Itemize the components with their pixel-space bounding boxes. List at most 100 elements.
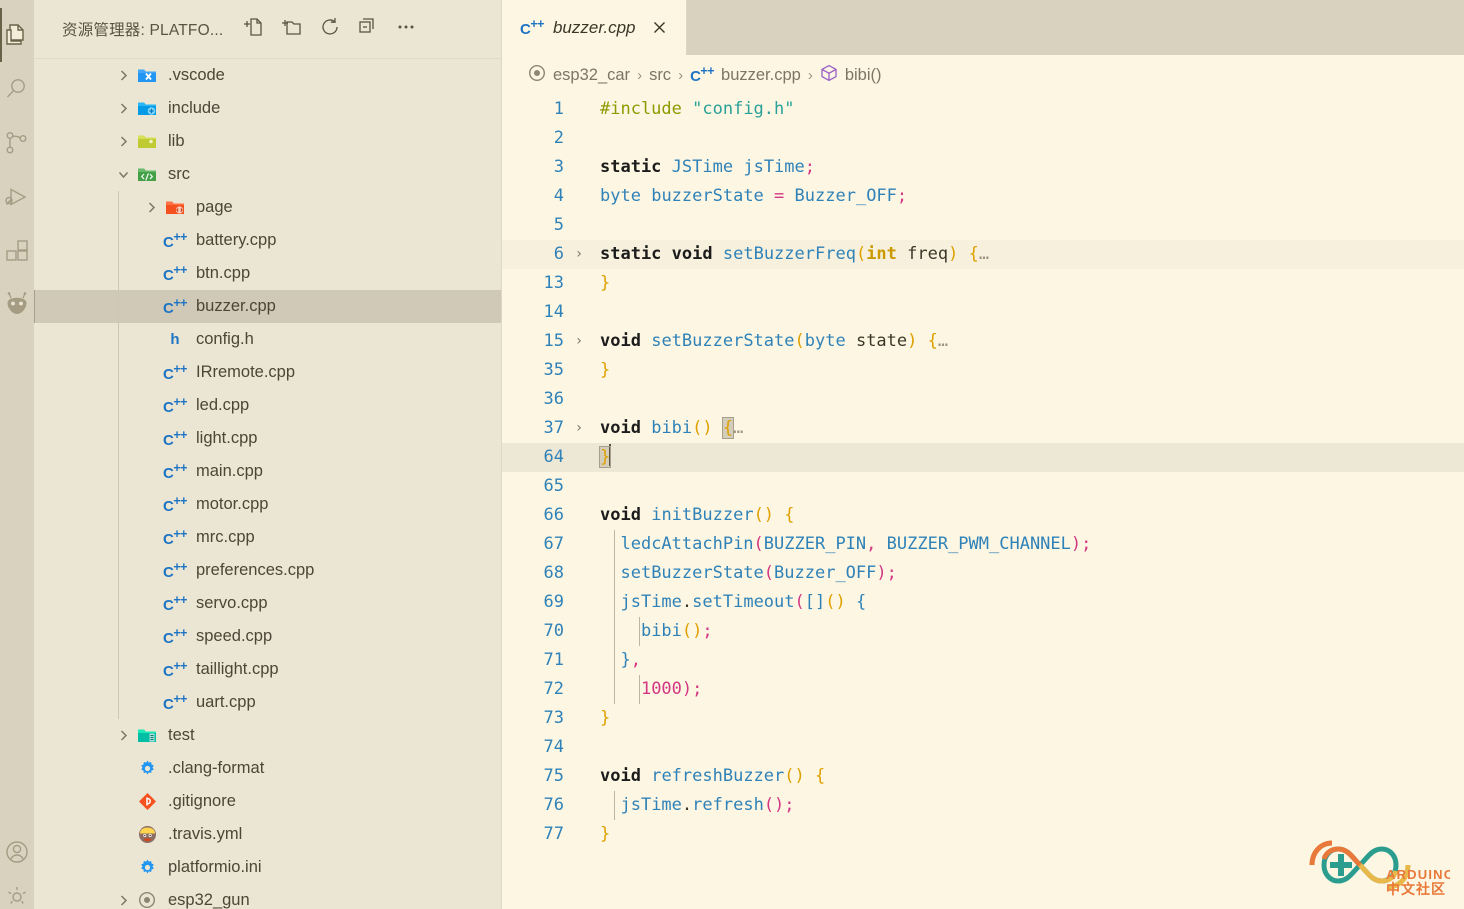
- indent-guide: [118, 454, 119, 488]
- code-line[interactable]: 36: [502, 385, 1464, 414]
- new-file-button[interactable]: [237, 12, 271, 46]
- line-number: 36: [543, 389, 564, 409]
- code-line[interactable]: 69 jsTime.setTimeout([]() {: [502, 588, 1464, 617]
- chevron-right-icon[interactable]: [112, 729, 134, 742]
- tree-folder-row[interactable]: esp32_gun: [34, 884, 502, 909]
- tab-buzzer-cpp[interactable]: C++ buzzer.cpp: [502, 0, 688, 55]
- code-line[interactable]: 67 ledcAttachPin(BUZZER_PIN, BUZZER_PWM_…: [502, 530, 1464, 559]
- tree-file-row[interactable]: C++ taillight.cpp: [34, 652, 502, 686]
- tree-file-row[interactable]: h config.h: [34, 322, 502, 356]
- collapse-all-button[interactable]: [351, 12, 385, 46]
- breadcrumb-item[interactable]: esp32_car: [528, 64, 630, 87]
- code-line[interactable]: 5: [502, 211, 1464, 240]
- chevron-right-icon[interactable]: [112, 135, 134, 148]
- folder-lib-icon: [134, 132, 160, 150]
- tree-file-row[interactable]: .travis.yml: [34, 818, 502, 851]
- indent-guide: [118, 322, 119, 356]
- activity-item-platformio[interactable]: [0, 278, 34, 332]
- more-actions-button[interactable]: [389, 12, 423, 46]
- code-line[interactable]: 74: [502, 733, 1464, 762]
- code-line-text: jsTime.setTimeout([]() {: [592, 588, 866, 617]
- tree-item-label: platformio.ini: [168, 857, 262, 876]
- tree-file-row[interactable]: C++ btn.cpp: [34, 256, 502, 290]
- tree-file-row[interactable]: C++ IRremote.cpp: [34, 355, 502, 389]
- code-line-text: void setBuzzerState(byte state) {…: [600, 331, 949, 351]
- cpp-file-icon: C++: [163, 427, 187, 449]
- code-line[interactable]: 35}: [502, 356, 1464, 385]
- breadcrumb-item[interactable]: bibi(): [820, 64, 882, 87]
- code-line[interactable]: 14: [502, 298, 1464, 327]
- code-line[interactable]: 76 jsTime.refresh();: [502, 791, 1464, 820]
- refresh-button[interactable]: [313, 12, 347, 46]
- tree-file-row[interactable]: C++ motor.cpp: [34, 487, 502, 521]
- code-line[interactable]: 1 #include "config.h": [502, 95, 1464, 124]
- tree-file-row[interactable]: .clang-format: [34, 752, 502, 785]
- tree-file-row[interactable]: C++ mrc.cpp: [34, 520, 502, 554]
- code-line[interactable]: 70 bibi();: [502, 617, 1464, 646]
- tree-file-row[interactable]: .gitignore: [34, 785, 502, 818]
- tree-file-row[interactable]: C++ light.cpp: [34, 421, 502, 455]
- chevron-right-icon[interactable]: [140, 201, 162, 214]
- tree-folder-row[interactable]: include: [34, 92, 502, 125]
- code-editor[interactable]: 1 #include "config.h" 2 3 static JSTime jsTi…: [502, 95, 1464, 909]
- tree-item-label: test: [168, 725, 195, 744]
- code-line[interactable]: 6 › static void setBuzzerFreq(int freq) {…: [502, 240, 1464, 269]
- code-line[interactable]: 65: [502, 472, 1464, 501]
- tree-folder-row[interactable]: page: [34, 190, 502, 224]
- tree-file-row[interactable]: C++ preferences.cpp: [34, 553, 502, 587]
- activity-item-settings[interactable]: [0, 879, 34, 907]
- code-line[interactable]: 3 static JSTime jsTime;: [502, 153, 1464, 182]
- target-icon: [528, 64, 546, 87]
- breadcrumb[interactable]: esp32_car › src › C++ buzzer.cpp › bibi(): [502, 55, 1464, 95]
- tree-file-row[interactable]: C++ battery.cpp: [34, 223, 502, 257]
- tree-folder-row[interactable]: .vscode: [34, 59, 502, 92]
- code-line[interactable]: 66 void initBuzzer() {: [502, 501, 1464, 530]
- line-number: 3: [553, 157, 564, 177]
- code-line[interactable]: 75 void refreshBuzzer() {: [502, 762, 1464, 791]
- code-line[interactable]: 4 byte buzzerState = Buzzer_OFF;: [502, 182, 1464, 211]
- close-icon[interactable]: [648, 17, 670, 39]
- activity-item-source-control[interactable]: [0, 116, 34, 170]
- chevron-down-icon[interactable]: [112, 168, 134, 181]
- code-line[interactable]: 15 › void setBuzzerState(byte state) {…: [502, 327, 1464, 356]
- activity-item-accounts[interactable]: [0, 825, 34, 879]
- chevron-right-icon[interactable]: [112, 102, 134, 115]
- code-line[interactable]: 71 },: [502, 646, 1464, 675]
- chevron-right-icon[interactable]: [112, 69, 134, 82]
- tree-item-label: esp32_gun: [168, 890, 250, 909]
- code-line[interactable]: 37 › void bibi() {…: [502, 414, 1464, 443]
- code-line[interactable]: 13}: [502, 269, 1464, 298]
- code-line[interactable]: 68 setBuzzerState(Buzzer_OFF);: [502, 559, 1464, 588]
- tree-file-row[interactable]: C++ uart.cpp: [34, 685, 502, 719]
- activity-item-explorer[interactable]: [0, 8, 34, 62]
- new-folder-button[interactable]: [275, 12, 309, 46]
- code-line[interactable]: 73}: [502, 704, 1464, 733]
- code-line[interactable]: 72 1000);: [502, 675, 1464, 704]
- tree-folder-row[interactable]: test: [34, 719, 502, 752]
- line-number: 72: [543, 679, 564, 699]
- breadcrumb-item[interactable]: src: [649, 66, 671, 85]
- fold-chevron-icon[interactable]: ›: [566, 327, 592, 356]
- activity-item-search[interactable]: [0, 62, 34, 116]
- vscode-window: 资源管理器: PLATFO... .vscode include lib src…: [0, 0, 1464, 909]
- fold-chevron-icon[interactable]: ›: [566, 414, 592, 443]
- tree-item-label: speed.cpp: [196, 626, 273, 645]
- tree-file-row[interactable]: C++ led.cpp: [34, 388, 502, 422]
- tree-file-row[interactable]: C++ main.cpp: [34, 454, 502, 488]
- tree-file-row[interactable]: C++ servo.cpp: [34, 586, 502, 620]
- code-content[interactable]: 1 #include "config.h" 2 3 static JSTime jsTi…: [502, 95, 1464, 849]
- chevron-right-icon[interactable]: [112, 894, 134, 907]
- file-tree[interactable]: .vscode include lib src page C++ battery.cpp C+…: [34, 59, 502, 909]
- activity-item-extensions[interactable]: [0, 224, 34, 278]
- fold-chevron-icon[interactable]: ›: [566, 240, 592, 269]
- tree-folder-row[interactable]: lib: [34, 125, 502, 158]
- tree-file-row[interactable]: platformio.ini: [34, 851, 502, 884]
- code-line[interactable]: 2: [502, 124, 1464, 153]
- tree-file-row[interactable]: C++ speed.cpp: [34, 619, 502, 653]
- tree-folder-row[interactable]: src: [34, 158, 502, 191]
- cpp-file-icon: C++: [520, 17, 544, 38]
- activity-item-run-and-debug[interactable]: [0, 170, 34, 224]
- tree-file-row[interactable]: C++ buzzer.cpp: [34, 289, 502, 323]
- breadcrumb-item[interactable]: C++ buzzer.cpp: [690, 64, 801, 86]
- code-line[interactable]: 64}: [502, 443, 1464, 472]
